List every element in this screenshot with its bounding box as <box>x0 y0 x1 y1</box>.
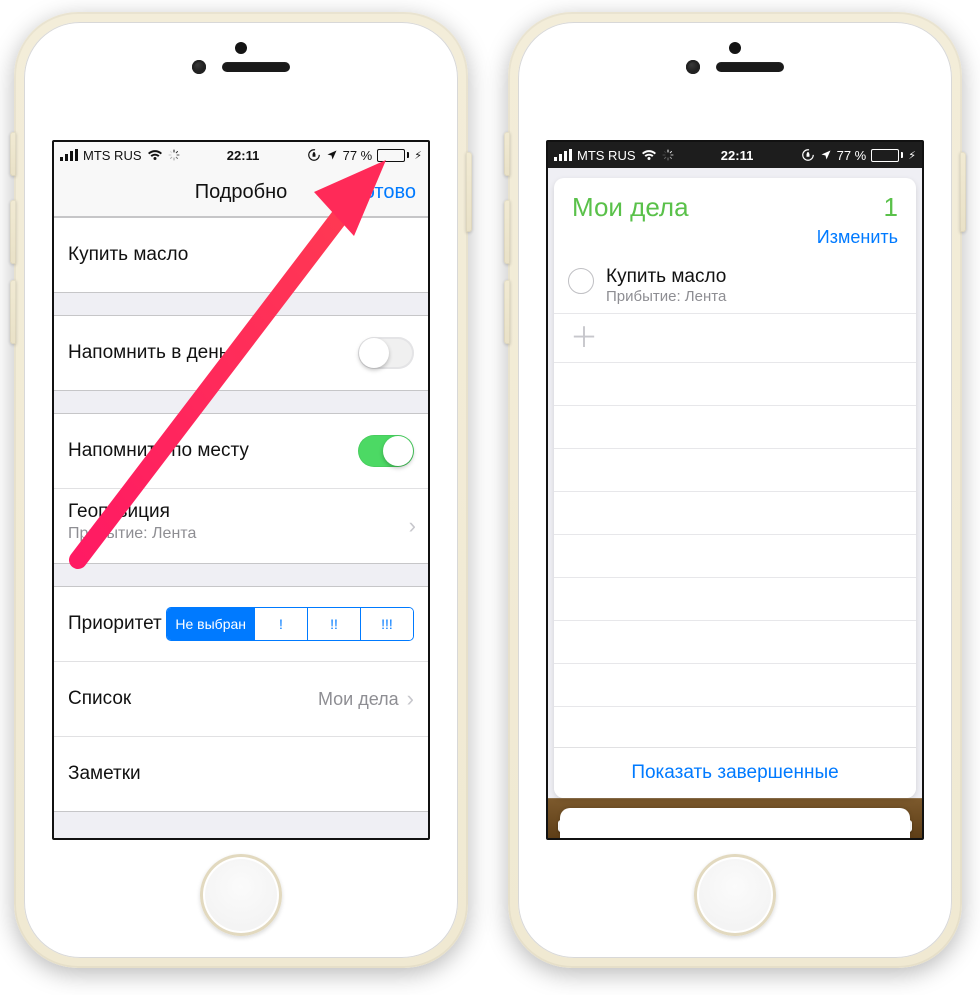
loading-spinner-icon <box>662 149 674 161</box>
priority-segmented[interactable]: Не выбран ! !! !!! <box>166 607 414 641</box>
volume-down-button <box>504 280 510 344</box>
signal-icon <box>554 149 572 161</box>
signal-icon <box>60 149 78 161</box>
priority-row[interactable]: Приоритет Не выбран ! !! !!! <box>54 587 428 661</box>
home-button <box>694 854 776 936</box>
location-group: Напомнить по месту Геопозиция Прибытие: … <box>54 413 428 564</box>
phone-right: MTS RUS 22:11 77 % <box>508 12 962 968</box>
screen-detail: MTS RUS 22:11 77 % <box>52 140 430 840</box>
priority-option-none[interactable]: Не выбран <box>167 608 254 640</box>
plus-icon: ＋ <box>570 324 598 352</box>
priority-option-low[interactable]: ! <box>254 608 307 640</box>
rule-line <box>554 449 916 492</box>
reminders-card: Мои дела 1 Изменить Купить масло Прибыти… <box>554 178 916 798</box>
list-value: Мои дела <box>318 689 399 710</box>
rotation-lock-icon <box>307 148 321 162</box>
rule-line <box>554 707 916 750</box>
done-button[interactable]: Готово <box>354 181 416 204</box>
reminder-name-field[interactable]: Купить масло <box>54 218 428 292</box>
charging-icon: ⚡︎ <box>908 149 916 162</box>
rule-line <box>554 492 916 535</box>
remind-location-row[interactable]: Напомнить по месту <box>54 414 428 488</box>
chevron-right-icon: › <box>409 515 416 537</box>
carrier-label: MTS RUS <box>83 148 142 163</box>
rule-line <box>554 535 916 578</box>
location-label: Геопозиция <box>68 501 170 523</box>
rotation-lock-icon <box>801 148 815 162</box>
clock: 22:11 <box>721 148 754 163</box>
list-title: Мои дела <box>572 192 884 223</box>
status-bar: MTS RUS 22:11 77 % <box>54 142 428 168</box>
reminder-subtitle: Прибытие: Лента <box>606 288 902 305</box>
location-icon <box>820 149 832 161</box>
card-stack <box>554 802 916 840</box>
show-completed-button[interactable]: Показать завершенные <box>554 747 916 798</box>
remind-location-label: Напомнить по месту <box>68 440 249 462</box>
priority-label: Приоритет <box>68 613 162 635</box>
battery-percent: 77 % <box>343 148 373 163</box>
reminder-row[interactable]: Купить масло Прибытие: Лента <box>554 258 916 314</box>
add-reminder-button[interactable]: ＋ <box>554 314 916 363</box>
location-row[interactable]: Геопозиция Прибытие: Лента › <box>54 488 428 563</box>
nav-title: Подробно <box>195 181 288 204</box>
reminder-title: Купить масло <box>606 266 902 288</box>
front-camera <box>686 60 700 74</box>
volume-down-button <box>10 280 16 344</box>
reminder-name-value: Купить масло <box>68 244 188 266</box>
list-row[interactable]: Список Мои дела › <box>54 661 428 736</box>
battery-percent: 77 % <box>837 148 867 163</box>
screen-list: MTS RUS 22:11 77 % <box>546 140 924 840</box>
priority-option-medium[interactable]: !! <box>307 608 360 640</box>
volume-up-button <box>10 200 16 264</box>
rule-line <box>554 664 916 707</box>
power-button <box>466 152 472 232</box>
remind-day-row[interactable]: Напомнить в день <box>54 316 428 390</box>
battery-icon <box>871 149 903 162</box>
mute-switch <box>10 132 16 176</box>
mute-switch <box>504 132 510 176</box>
rule-line <box>554 406 916 449</box>
wifi-icon <box>147 149 163 161</box>
navbar: Подробно Готово <box>54 168 428 217</box>
front-camera <box>192 60 206 74</box>
remind-day-toggle[interactable] <box>358 337 414 369</box>
clock: 22:11 <box>227 148 260 163</box>
charging-icon: ⚡︎ <box>414 149 422 162</box>
list-label: Список <box>68 688 131 710</box>
edit-button[interactable]: Изменить <box>554 227 916 258</box>
bezel: MTS RUS 22:11 77 % <box>24 22 458 958</box>
proximity-sensor <box>235 42 247 54</box>
notes-label: Заметки <box>68 763 141 785</box>
carrier-label: MTS RUS <box>577 148 636 163</box>
remind-day-label: Напомнить в день <box>68 342 229 364</box>
priority-option-high[interactable]: !!! <box>360 608 413 640</box>
earpiece-speaker <box>716 62 784 72</box>
rule-line <box>554 363 916 406</box>
status-bar: MTS RUS 22:11 77 % <box>548 142 922 168</box>
battery-icon <box>377 149 409 162</box>
rule-line <box>554 578 916 621</box>
name-group: Купить масло <box>54 217 428 293</box>
location-value: Прибытие: Лента <box>68 525 196 543</box>
power-button <box>960 152 966 232</box>
time-group: Напомнить в день <box>54 315 428 391</box>
notes-row[interactable]: Заметки <box>54 736 428 811</box>
volume-up-button <box>504 200 510 264</box>
complete-radio[interactable] <box>568 268 594 294</box>
proximity-sensor <box>729 42 741 54</box>
meta-group: Приоритет Не выбран ! !! !!! Список Мои … <box>54 586 428 812</box>
home-button <box>200 854 282 936</box>
remind-location-toggle[interactable] <box>358 435 414 467</box>
earpiece-speaker <box>222 62 290 72</box>
loading-spinner-icon <box>168 149 180 161</box>
chevron-right-icon: › <box>407 688 414 710</box>
phone-left: MTS RUS 22:11 77 % <box>14 12 468 968</box>
bezel: MTS RUS 22:11 77 % <box>518 22 952 958</box>
list-count: 1 <box>884 192 898 223</box>
wifi-icon <box>641 149 657 161</box>
location-icon <box>326 149 338 161</box>
rule-line <box>554 621 916 664</box>
